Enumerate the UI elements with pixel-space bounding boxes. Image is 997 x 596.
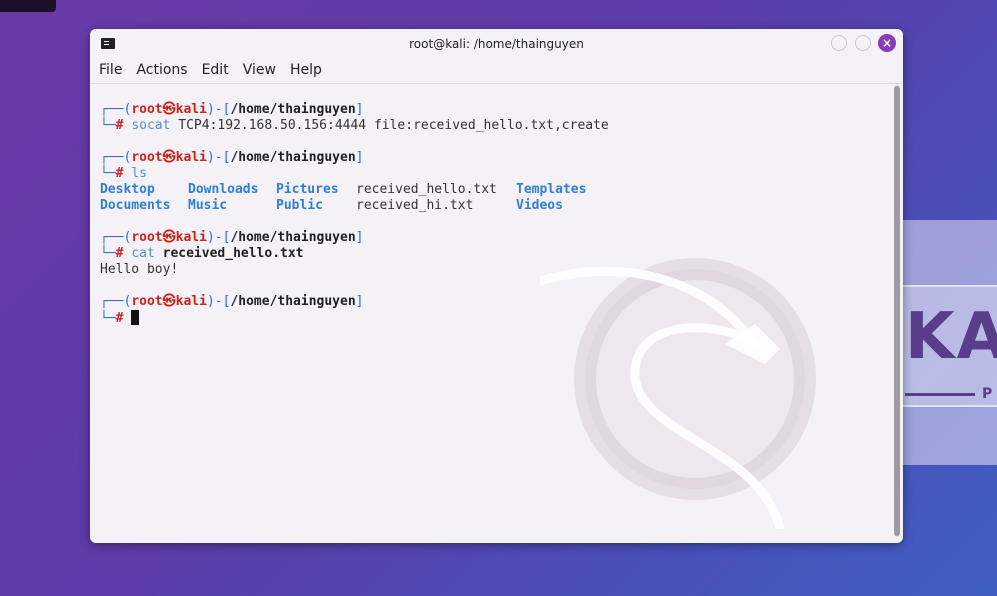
prompt-skull-icon: ㉿	[162, 230, 176, 245]
prompt-path: /home/thainguyen	[230, 294, 356, 309]
command-args: received_hello.txt	[162, 246, 304, 261]
prompt-host: kali	[175, 230, 207, 245]
prompt-box: ]	[355, 294, 364, 309]
ls-entry: received_hi.txt	[356, 198, 474, 213]
command-name: cat	[131, 246, 155, 261]
prompt-box: └─	[100, 118, 116, 133]
command-args: TCP4:192.168.50.156:4444 file:received_h…	[178, 118, 609, 133]
prompt-box: └─	[100, 166, 116, 181]
maximize-button[interactable]	[855, 35, 871, 51]
prompt-host: kali	[175, 150, 207, 165]
prompt-box: ]	[355, 150, 364, 165]
ls-entry: Desktop	[100, 182, 155, 197]
background-brand-text: KA	[905, 300, 997, 374]
command-name: socat	[131, 118, 171, 133]
menu-edit[interactable]: Edit	[202, 59, 229, 83]
window-title: root@kali: /home/thainguyen	[409, 37, 584, 51]
prompt-box: ]	[355, 102, 364, 117]
prompt-box: ┌──(	[100, 150, 132, 165]
background-brand-sub: P	[982, 386, 993, 402]
menu-view[interactable]: View	[243, 59, 276, 83]
ls-entry: Music	[188, 198, 228, 213]
prompt-box: )-[	[206, 294, 231, 309]
desktop-panel-corner	[0, 0, 56, 12]
terminal-window: root@kali: /home/thainguyen × File Actio…	[90, 29, 903, 543]
scrollbar-thumb[interactable]	[894, 86, 900, 536]
prompt-path: /home/thainguyen	[230, 102, 356, 117]
text-cursor	[131, 310, 140, 325]
prompt-box: )-[	[206, 150, 231, 165]
prompt-skull-icon: ㉿	[162, 294, 176, 309]
prompt-box: ]	[355, 230, 364, 245]
prompt-path: /home/thainguyen	[230, 230, 356, 245]
vertical-scrollbar[interactable]	[894, 84, 900, 537]
ls-entry: Documents	[100, 198, 171, 213]
ls-entry: Videos	[516, 198, 563, 213]
prompt-box: ┌──(	[100, 230, 132, 245]
title-bar[interactable]: root@kali: /home/thainguyen ×	[90, 29, 903, 59]
prompt-box: )-[	[206, 102, 231, 117]
prompt-hash: #	[115, 166, 124, 181]
menu-bar: File Actions Edit View Help	[90, 59, 903, 84]
ls-entry: Downloads	[188, 182, 259, 197]
terminal-area[interactable]: ┌──(root㉿kali)-[/home/thainguyen] └─# so…	[90, 84, 891, 543]
prompt-hash: #	[115, 311, 124, 326]
prompt-host: kali	[175, 102, 207, 117]
prompt-box: └─	[100, 311, 116, 326]
minimize-button[interactable]	[831, 35, 847, 51]
prompt-user: root	[131, 150, 163, 165]
ls-entry: received_hello.txt	[356, 182, 497, 197]
prompt-box: ┌──(	[100, 102, 132, 117]
prompt-skull-icon: ㉿	[162, 150, 176, 165]
prompt-user: root	[131, 102, 163, 117]
menu-help[interactable]: Help	[290, 59, 322, 83]
prompt-box: ┌──(	[100, 294, 132, 309]
prompt-host: kali	[175, 294, 207, 309]
close-button[interactable]: ×	[878, 34, 896, 52]
background-brand-line	[905, 393, 975, 396]
prompt-hash: #	[115, 118, 124, 133]
ls-entry: Public	[276, 198, 323, 213]
prompt-box: )-[	[206, 230, 231, 245]
prompt-user: root	[131, 230, 163, 245]
ls-entry: Pictures	[276, 182, 339, 197]
ls-entry: Templates	[516, 182, 587, 197]
prompt-path: /home/thainguyen	[230, 150, 356, 165]
prompt-user: root	[131, 294, 163, 309]
prompt-hash: #	[115, 246, 124, 261]
prompt-skull-icon: ㉿	[162, 102, 176, 117]
menu-actions[interactable]: Actions	[136, 59, 187, 83]
prompt-box: └─	[100, 246, 116, 261]
cat-output: Hello boy!	[100, 262, 179, 277]
command-name: ls	[131, 166, 147, 181]
menu-file[interactable]: File	[99, 59, 122, 83]
